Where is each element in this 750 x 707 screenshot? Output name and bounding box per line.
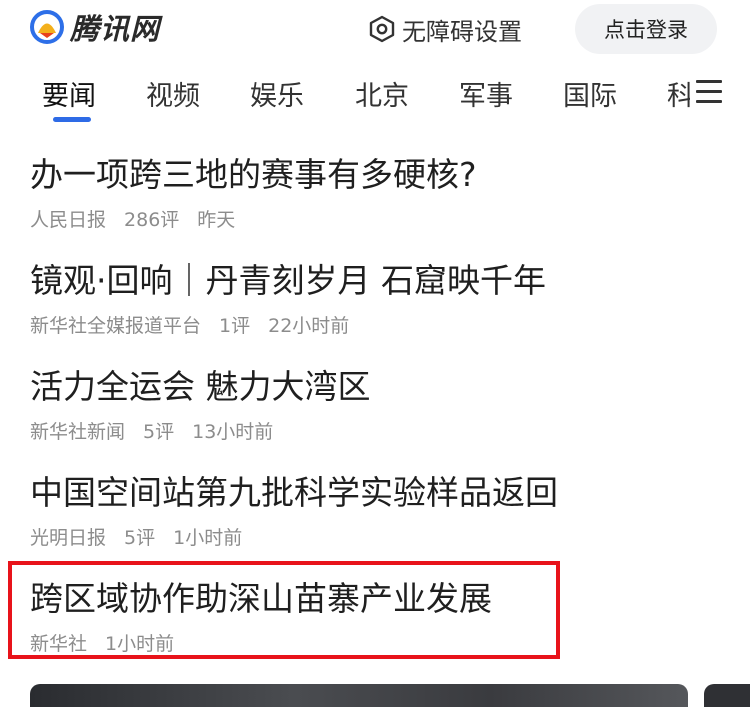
news-meta: 光明日报 5评 1小时前 (30, 523, 260, 550)
news-comment-count: 1评 (219, 315, 251, 337)
tab-military[interactable]: 军事 (459, 74, 513, 113)
hexagon-settings-icon (369, 15, 395, 43)
news-time: 13小时前 (192, 421, 274, 443)
highlight-box (8, 561, 560, 659)
news-time: 昨天 (197, 209, 236, 231)
news-source: 新华社新闻 (30, 421, 126, 443)
news-title[interactable]: 镜观·回响｜丹青刻岁月 石窟映千年 (30, 254, 546, 302)
news-item[interactable]: 镜观·回响｜丹青刻岁月 石窟映千年 新华社全媒报道平台 1评 22小时前 (0, 246, 750, 346)
news-title[interactable]: 办一项跨三地的赛事有多硬核? (30, 148, 477, 196)
news-source: 光明日报 (30, 527, 107, 549)
login-button[interactable]: 点击登录 (575, 4, 717, 54)
news-image-card[interactable] (30, 684, 688, 707)
channel-nav: 要闻 视频 娱乐 北京 军事 国际 科 (0, 64, 690, 124)
news-image-card[interactable] (704, 684, 750, 707)
logo-text: 腾讯网 (70, 12, 161, 46)
tab-tech-partial[interactable]: 科 (667, 74, 690, 113)
tab-international[interactable]: 国际 (563, 74, 617, 113)
tab-video[interactable]: 视频 (146, 74, 200, 113)
news-item[interactable]: 中国空间站第九批科学实验样品返回 光明日报 5评 1小时前 (0, 458, 750, 558)
tab-beijing[interactable]: 北京 (355, 74, 409, 113)
news-source: 新华社全媒报道平台 (30, 315, 202, 337)
news-meta: 新华社全媒报道平台 1评 22小时前 (30, 311, 367, 338)
news-title[interactable]: 活力全运会 魅力大湾区 (30, 360, 371, 408)
news-item[interactable]: 活力全运会 魅力大湾区 新华社新闻 5评 13小时前 (0, 352, 750, 452)
news-meta: 人民日报 286评 昨天 (30, 205, 253, 232)
menu-icon[interactable] (696, 80, 722, 106)
news-time: 1小时前 (173, 527, 243, 549)
top-bar: 腾讯网 无障碍设置 点击登录 (0, 0, 750, 60)
site-logo[interactable]: 腾讯网 (30, 7, 160, 47)
news-meta: 新华社新闻 5评 13小时前 (30, 417, 291, 444)
news-comment-count: 5评 (143, 421, 175, 443)
accessibility-settings-link[interactable]: 无障碍设置 (368, 12, 522, 46)
news-comment-count: 286评 (124, 209, 180, 231)
news-title[interactable]: 中国空间站第九批科学实验样品返回 (30, 466, 558, 514)
tab-headlines[interactable]: 要闻 (42, 74, 96, 113)
news-time: 22小时前 (268, 315, 350, 337)
news-comment-count: 5评 (124, 527, 156, 549)
accessibility-label: 无障碍设置 (402, 17, 522, 46)
tencent-logo-icon (30, 10, 64, 44)
news-source: 人民日报 (30, 209, 107, 231)
active-tab-indicator (53, 117, 91, 122)
news-item[interactable]: 办一项跨三地的赛事有多硬核? 人民日报 286评 昨天 (0, 140, 750, 240)
tab-entertainment[interactable]: 娱乐 (250, 74, 304, 113)
